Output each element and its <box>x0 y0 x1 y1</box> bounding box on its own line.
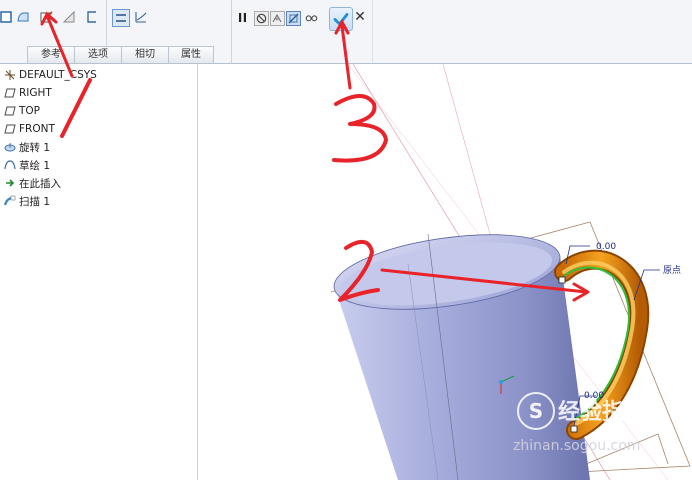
insert-here-arrow-icon <box>4 177 16 189</box>
verify-glasses-icon[interactable] <box>303 11 319 24</box>
tree-item-label: 草绘 1 <box>19 159 51 172</box>
sketch-edit-icon[interactable] <box>40 10 54 24</box>
tree-item-label: DEFAULT_CSYS <box>19 69 97 81</box>
surface-sweep-icon[interactable] <box>16 10 30 24</box>
tree-item-label: 旋转 1 <box>19 141 51 154</box>
dashboard-tabs: 参考 选项 相切 属性 <box>27 46 214 63</box>
sogou-logo-icon: S <box>517 392 555 430</box>
origin-label: 原点 <box>663 265 681 276</box>
variable-section-icon[interactable] <box>134 10 148 24</box>
dimension-top-label[interactable]: 0.00 <box>596 242 616 252</box>
tree-item-label: TOP <box>19 105 41 117</box>
sketch-icon <box>4 159 16 171</box>
tree-item-label: 扫描 1 <box>19 195 51 208</box>
tab-references[interactable]: 参考 <box>27 46 75 63</box>
tree-item-top[interactable]: TOP <box>4 103 40 119</box>
attach-preview-icon[interactable] <box>270 11 285 26</box>
revolve-icon <box>4 141 16 153</box>
model-tree: DEFAULT_CSYS RIGHT TOP FRONT 旋转 1 草绘 1 在… <box>0 64 198 480</box>
tree-item-revolve-1[interactable]: 旋转 1 <box>4 139 50 155</box>
tree-item-front[interactable]: FRONT <box>4 121 55 137</box>
geometry-preview-icon[interactable] <box>286 11 301 26</box>
dashboard-ribbon: 参考 选项 相切 属性 ✕ <box>0 0 692 64</box>
confirm-button[interactable] <box>329 7 353 31</box>
tree-item-label: RIGHT <box>19 87 52 99</box>
tree-item-label: 在此插入 <box>19 177 61 190</box>
tree-item-default-csys[interactable]: DEFAULT_CSYS <box>4 67 97 83</box>
end-point-handle[interactable] <box>570 425 578 433</box>
tree-item-sweep-1[interactable]: 扫描 1 <box>4 193 50 209</box>
tree-item-insert-here[interactable]: 在此插入 <box>4 175 61 191</box>
constant-section-icon[interactable] <box>112 9 130 27</box>
no-preview-icon[interactable] <box>254 11 269 26</box>
solid-sweep-icon[interactable] <box>0 10 14 24</box>
tab-options[interactable]: 选项 <box>74 46 122 63</box>
watermark-title: 经验指南 <box>558 400 647 425</box>
thicken-icon[interactable] <box>85 10 99 24</box>
tree-item-label: FRONT <box>19 123 55 135</box>
cancel-button[interactable]: ✕ <box>353 9 367 25</box>
pause-icon[interactable] <box>236 11 249 24</box>
checkmark-icon <box>333 13 349 26</box>
datum-plane-icon <box>4 87 16 99</box>
sweep-icon <box>4 195 16 207</box>
datum-plane-icon <box>4 123 16 135</box>
tree-item-sketch-1[interactable]: 草绘 1 <box>4 157 50 173</box>
csys-icon <box>4 69 16 81</box>
start-point-handle[interactable] <box>558 276 566 284</box>
watermark-url: zhinan.sogou.com <box>513 438 641 454</box>
tab-tangency[interactable]: 相切 <box>121 46 169 63</box>
close-icon: ✕ <box>354 9 366 25</box>
remove-material-icon[interactable] <box>62 10 76 24</box>
tab-properties[interactable]: 属性 <box>168 46 214 63</box>
tree-item-right[interactable]: RIGHT <box>4 85 52 101</box>
graphics-window[interactable]: 0.00 0.00 原点 S 经验指南 zhinan.sogou.com <box>198 64 692 480</box>
datum-plane-icon <box>4 105 16 117</box>
